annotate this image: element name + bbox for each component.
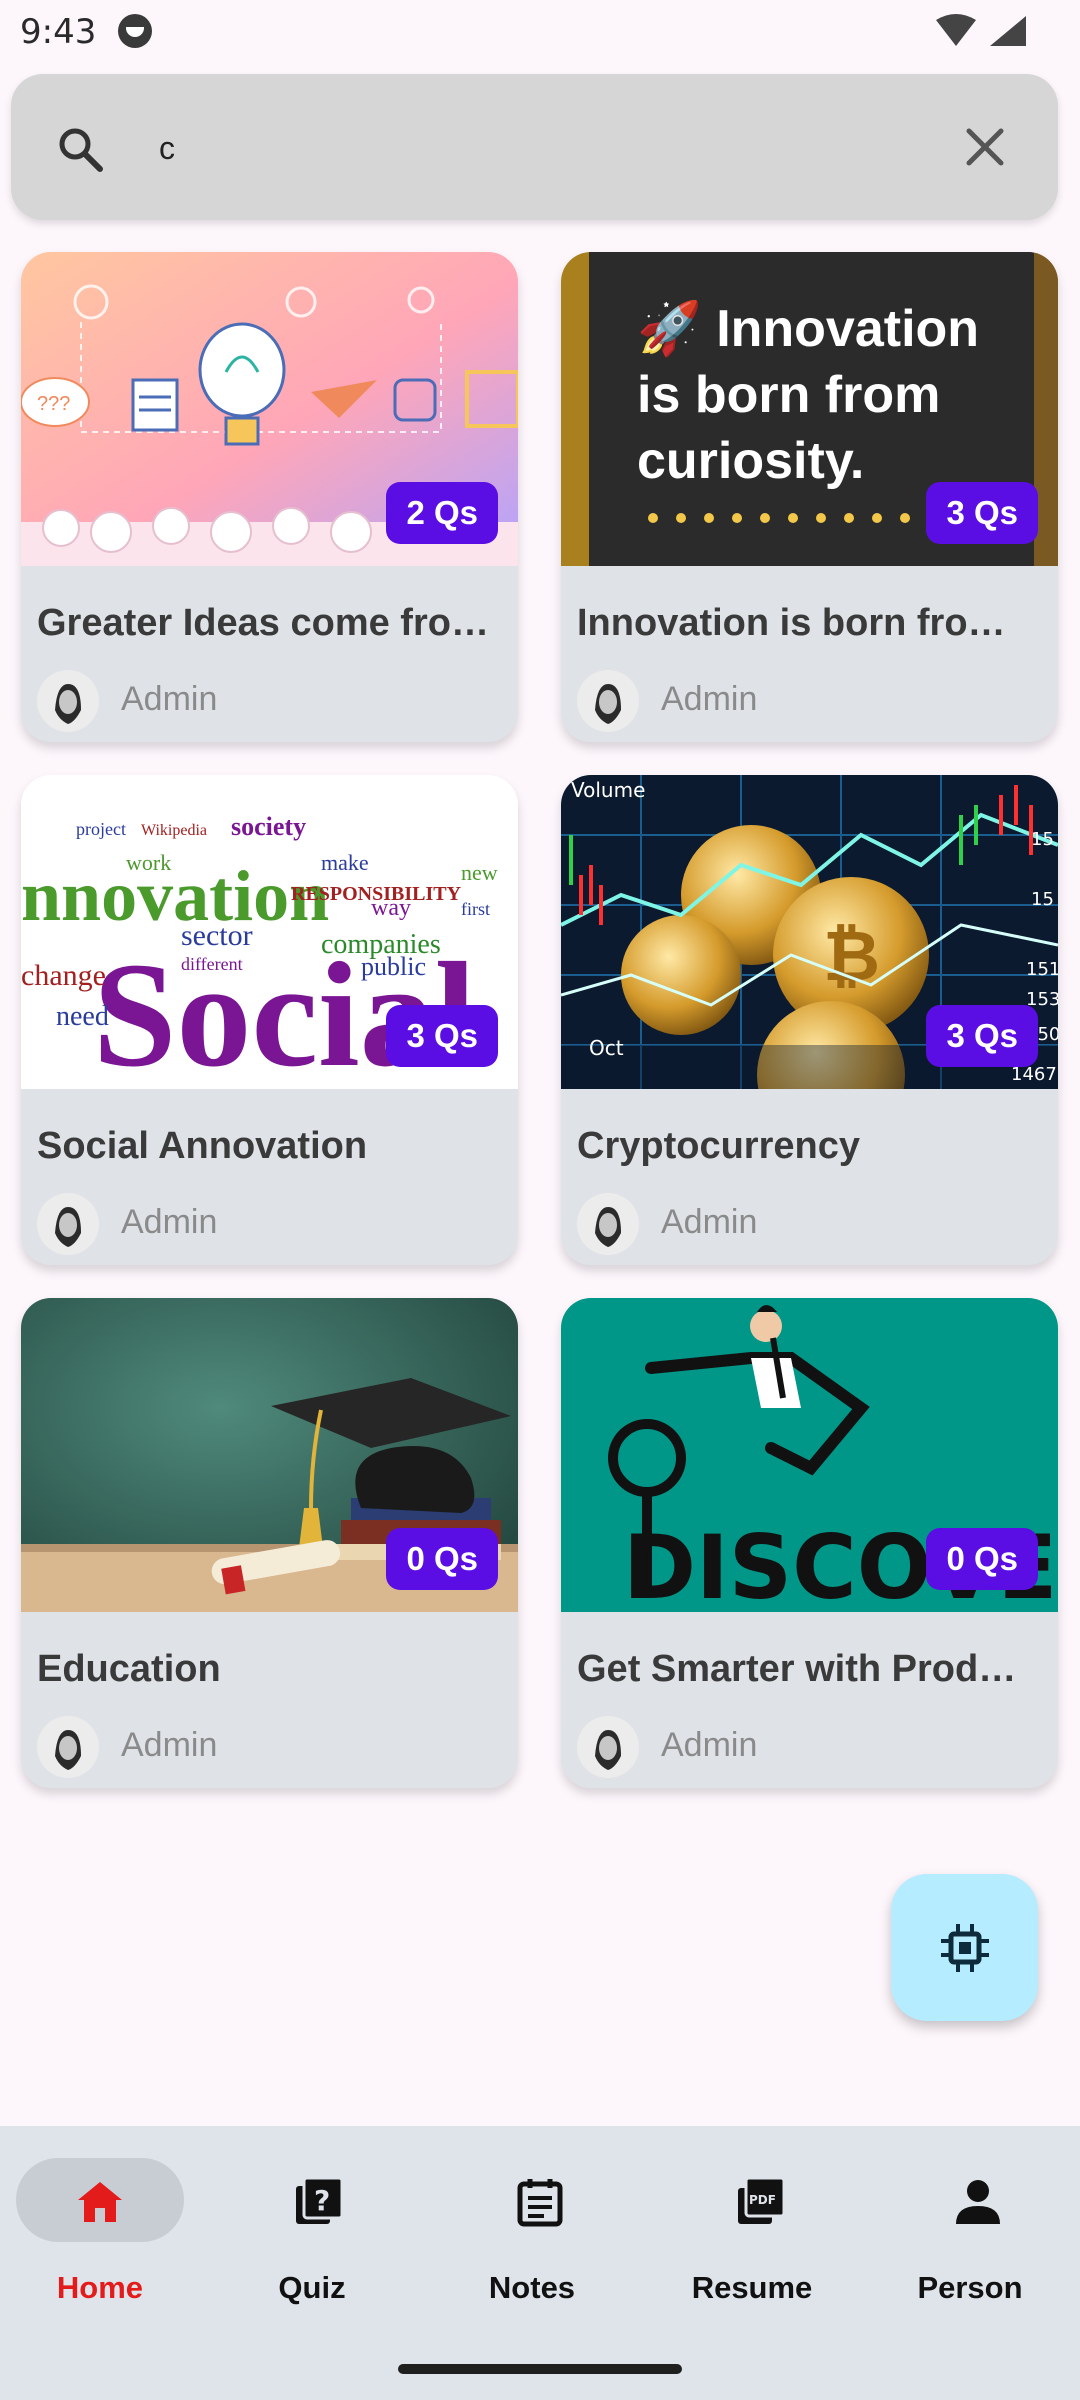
svg-text:15: 15	[1031, 889, 1054, 910]
search-bar	[11, 74, 1058, 220]
close-icon[interactable]	[960, 122, 1010, 172]
avatar	[37, 670, 99, 732]
svg-text:???: ???	[37, 393, 70, 415]
person-icon	[956, 2180, 1000, 2224]
svg-text:public: public	[361, 952, 426, 981]
question-count-badge: 0 Qs	[386, 1528, 498, 1590]
avatar	[577, 1716, 639, 1778]
ai-chip-fab[interactable]	[891, 1874, 1038, 2021]
nav-label-home: Home	[56, 2270, 144, 2305]
quote-line-2: is born from	[637, 366, 941, 424]
home-icon	[78, 2182, 122, 2222]
notes-icon	[517, 2179, 563, 2227]
quote-line-1: 🚀 Innovation	[637, 300, 980, 358]
notification-icon	[118, 14, 152, 48]
svg-text:sector: sector	[181, 919, 253, 952]
card-title: Education	[37, 1648, 221, 1690]
svg-text:need: need	[56, 1001, 109, 1032]
question-count-badge: 3 Qs	[386, 1005, 498, 1067]
author-name: Admin	[661, 680, 758, 718]
svg-text:change: change	[21, 959, 106, 992]
author-name: Admin	[121, 680, 218, 718]
signal-wifi-icon	[936, 14, 1026, 46]
svg-text:first: first	[461, 899, 490, 919]
svg-text:new: new	[461, 860, 498, 885]
svg-text:1467: 1467	[1011, 1064, 1057, 1085]
avatar	[37, 1716, 99, 1778]
question-count-badge: 0 Qs	[926, 1528, 1038, 1590]
author-name: Admin	[121, 1726, 218, 1764]
svg-text:different: different	[181, 954, 243, 974]
nav-label-quiz: Quiz	[278, 2270, 346, 2305]
avatar	[577, 670, 639, 732]
card-title: Innovation is born fro…	[577, 602, 1006, 644]
question-count-badge: 2 Qs	[386, 482, 498, 544]
quiz-icon: ?	[296, 2176, 344, 2224]
question-count-badge: 3 Qs	[926, 1005, 1038, 1067]
thumbnail-quote: 🚀 Innovation is born from curiosity.	[637, 296, 1037, 494]
author-name: Admin	[661, 1726, 758, 1764]
nav-item-home[interactable]: Home	[0, 2158, 216, 2318]
quiz-card-innovation[interactable]: 🚀 Innovation is born from curiosity. 3 Q…	[561, 252, 1058, 742]
status-time: 9:43	[20, 12, 97, 52]
svg-text:15: 15	[1031, 829, 1054, 850]
svg-text:Oct: Oct	[589, 1036, 624, 1060]
quiz-card-social-annovation[interactable]: nnovation Social sector companies RESPON…	[21, 775, 518, 1265]
card-title: Greater Ideas come fro…	[37, 602, 489, 644]
card-title: Social Annovation	[37, 1125, 368, 1167]
quiz-card-greater-ideas[interactable]: ??? 2 Qs Greater Ideas come fro… Admin	[21, 252, 518, 742]
svg-text:?: ?	[314, 2184, 330, 2217]
chip-icon	[941, 1924, 989, 1972]
gesture-navigation-bar[interactable]	[398, 2364, 682, 2374]
search-icon[interactable]	[55, 124, 105, 174]
nav-label-resume: Resume	[691, 2270, 813, 2305]
svg-text:project: project	[76, 819, 126, 839]
search-input[interactable]	[159, 124, 919, 172]
svg-text:way: way	[371, 895, 411, 921]
svg-text:151: 151	[1026, 959, 1058, 980]
nav-label-person: Person	[917, 2270, 1023, 2305]
pdf-icon: PDF	[738, 2176, 786, 2224]
nav-item-notes[interactable]: Notes	[432, 2158, 648, 2318]
quiz-card-get-smarter[interactable]: DISCOVE 0 Qs Get Smarter with Prod… Admi…	[561, 1298, 1058, 1788]
svg-text:PDF: PDF	[749, 2193, 776, 2207]
svg-text:work: work	[126, 850, 171, 875]
svg-text:society: society	[231, 812, 306, 841]
nav-item-quiz[interactable]: ? Quiz	[212, 2158, 428, 2318]
svg-text:make: make	[321, 850, 369, 875]
nav-label-notes: Notes	[488, 2270, 576, 2305]
author-name: Admin	[121, 1203, 218, 1241]
quiz-card-education[interactable]: 0 Qs Education Admin	[21, 1298, 518, 1788]
status-bar: 9:43	[0, 0, 1080, 64]
bottom-navigation: Home ? Quiz Notes PDF Resume Person	[0, 2126, 1080, 2400]
svg-text:Volume: Volume	[571, 778, 645, 802]
nav-item-resume[interactable]: PDF Resume	[652, 2158, 868, 2318]
avatar	[37, 1193, 99, 1255]
quiz-card-cryptocurrency[interactable]: ₿ Volume Oct 15 15 151 153 150 1467 3 Qs…	[561, 775, 1058, 1265]
author-name: Admin	[661, 1203, 758, 1241]
card-title: Get Smarter with Prod…	[577, 1648, 1017, 1690]
svg-text:nnovation: nnovation	[21, 856, 329, 936]
nav-item-person[interactable]: Person	[872, 2158, 1080, 2318]
card-title: Cryptocurrency	[577, 1125, 860, 1167]
svg-text:Wikipedia: Wikipedia	[141, 822, 207, 839]
avatar	[577, 1193, 639, 1255]
question-count-badge: 3 Qs	[926, 482, 1038, 544]
